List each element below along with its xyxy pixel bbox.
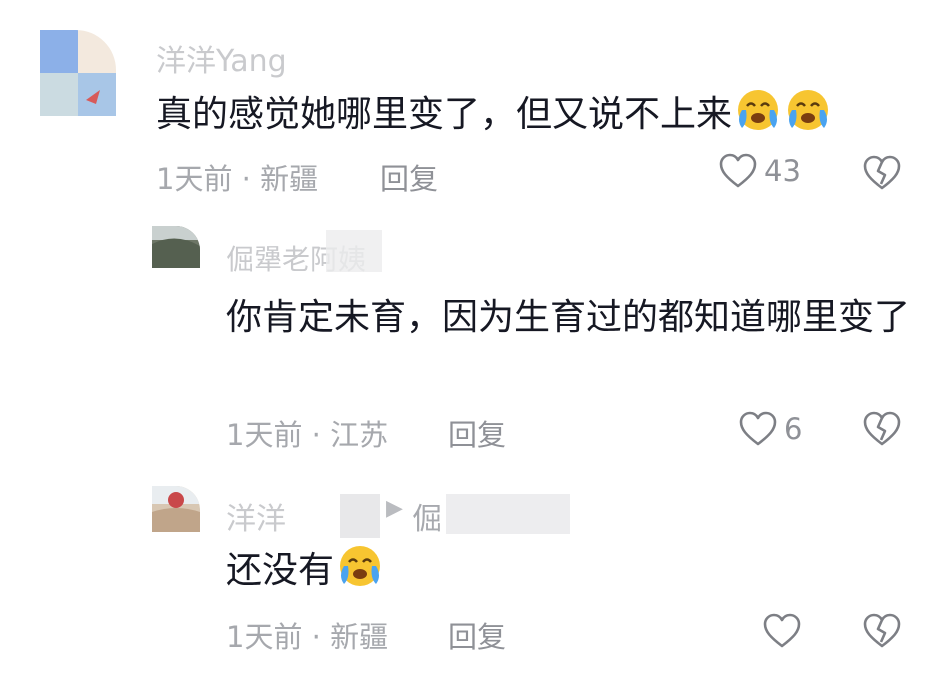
crying-emoji bbox=[340, 546, 381, 586]
like-count: 6 bbox=[784, 412, 803, 446]
timestamp: 1天前 bbox=[226, 620, 303, 654]
avatar[interactable] bbox=[152, 486, 200, 532]
redaction-block bbox=[326, 230, 382, 272]
dislike-button[interactable] bbox=[862, 154, 902, 196]
broken-heart-icon bbox=[863, 155, 901, 190]
broken-heart-icon bbox=[863, 613, 901, 648]
comment-meta: 1天前 · 新疆 bbox=[156, 156, 318, 198]
comment-meta: 1天前 · 江苏 bbox=[226, 412, 388, 454]
crying-emoji bbox=[788, 90, 829, 130]
timestamp: 1天前 bbox=[226, 418, 303, 452]
reply-arrow-icon: ▶ bbox=[386, 496, 403, 521]
redaction-block bbox=[340, 494, 380, 538]
dislike-button[interactable] bbox=[862, 612, 902, 654]
comment-text-content: 还没有 bbox=[226, 550, 335, 591]
heart-outline-icon bbox=[719, 153, 757, 188]
comment-text-content: 真的感觉她哪里变了，但又说不上来 bbox=[156, 94, 733, 135]
heart-outline-icon bbox=[739, 411, 777, 446]
redaction-block bbox=[446, 494, 570, 534]
username[interactable]: 洋洋 bbox=[226, 494, 286, 538]
heart-outline-icon bbox=[763, 613, 801, 648]
reply-to-username[interactable]: 倔 bbox=[412, 494, 442, 538]
avatar[interactable] bbox=[152, 226, 200, 268]
crying-emoji bbox=[738, 90, 779, 130]
location: 新疆 bbox=[260, 162, 319, 196]
like-button[interactable]: 6 bbox=[738, 410, 802, 448]
comment-text: 还没有 bbox=[226, 542, 916, 599]
location: 新疆 bbox=[330, 620, 389, 654]
username[interactable]: 洋洋Yang bbox=[156, 36, 287, 80]
broken-heart-icon bbox=[863, 411, 901, 446]
comment-text: 你肯定未育，因为生育过的都知道哪里变了 bbox=[226, 297, 911, 338]
like-button[interactable]: 43 bbox=[718, 152, 801, 190]
like-count: 43 bbox=[764, 154, 801, 188]
avatar-image bbox=[152, 486, 200, 532]
like-button[interactable] bbox=[762, 612, 808, 650]
separator: · bbox=[302, 620, 331, 654]
reply-button[interactable]: 回复 bbox=[448, 412, 506, 454]
reply-button[interactable]: 回复 bbox=[380, 156, 438, 198]
comment-text: 真的感觉她哪里变了，但又说不上来 bbox=[156, 86, 916, 143]
separator: · bbox=[232, 162, 261, 196]
timestamp: 1天前 bbox=[156, 162, 233, 196]
reply-button[interactable]: 回复 bbox=[448, 614, 506, 656]
location: 江苏 bbox=[330, 418, 389, 452]
avatar-image bbox=[40, 30, 116, 116]
separator: · bbox=[302, 418, 331, 452]
comment-meta: 1天前 · 新疆 bbox=[226, 614, 388, 656]
avatar-image bbox=[152, 226, 200, 268]
dislike-button[interactable] bbox=[862, 410, 902, 452]
avatar[interactable] bbox=[40, 30, 116, 116]
